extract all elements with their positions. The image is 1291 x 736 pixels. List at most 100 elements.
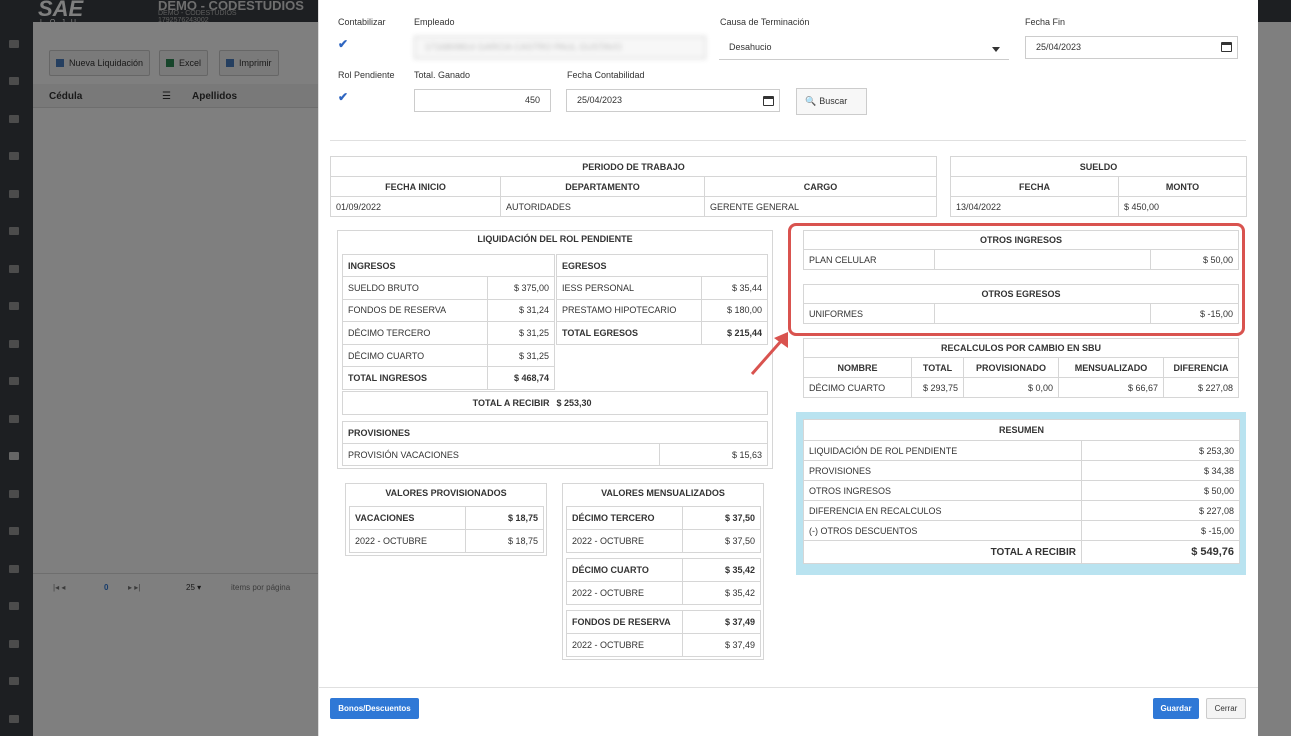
cargo-value: GERENTE GENERAL bbox=[703, 196, 938, 217]
provisiones-table: PROVISIONES PROVISIÓN VACACIONES $ 15,63 bbox=[341, 421, 769, 466]
mensualizado-value: $ 37,50 bbox=[682, 529, 761, 553]
recalculo-diferencia: $ 227,08 bbox=[1163, 377, 1239, 398]
egresos-table: EGRESOS IESS PERSONAL $ 35,44 PRESTAMO HI… bbox=[555, 254, 769, 345]
fecha-inicio-value: 01/09/2022 bbox=[330, 196, 501, 217]
mensualizado-period: 2022 - OCTUBRE bbox=[566, 581, 683, 605]
col-cargo: CARGO bbox=[703, 176, 938, 197]
resumen-row-name: LIQUIDACIÓN DE ROL PENDIENTE bbox=[803, 440, 1082, 461]
col-fecha-inicio: FECHA INICIO bbox=[330, 176, 501, 197]
resumen-row-value: $ 34,38 bbox=[1080, 460, 1241, 481]
rol-pendiente-label: Rol Pendiente bbox=[338, 70, 395, 80]
ingresos-header: INGRESOS bbox=[341, 254, 556, 277]
provisiones-header: PROVISIONES bbox=[341, 421, 769, 444]
mensualizado-total: $ 35,42 bbox=[682, 558, 761, 582]
ingresos-table: INGRESOS SUELDO BRUTO $ 375,00 FONDOS DE … bbox=[341, 254, 556, 390]
rol-pendiente-checkbox[interactable]: ✔ bbox=[338, 90, 348, 104]
calendar-icon[interactable] bbox=[763, 96, 774, 106]
fecha-contabilidad-value: 25/04/2023 bbox=[577, 95, 623, 105]
liquidacion-title: LIQUIDACIÓN DEL ROL PENDIENTE bbox=[477, 234, 633, 244]
total-ganado-input[interactable]: 450 bbox=[414, 89, 551, 112]
calendar-icon[interactable] bbox=[1221, 42, 1232, 52]
decimo-cuarto-table: DÉCIMO CUARTO $ 35,42 2022 - OCTUBRE $ 35,… bbox=[566, 558, 761, 605]
mensualizado-period: 2022 - OCTUBRE bbox=[566, 633, 683, 657]
mensualizado-value: $ 37,49 bbox=[682, 633, 761, 657]
fecha-fin-input[interactable]: 25/04/2023 bbox=[1025, 36, 1238, 59]
mensualizado-period: 2022 - OCTUBRE bbox=[566, 529, 683, 553]
departamento-value: AUTORIDADES bbox=[500, 196, 705, 217]
sueldo-table: SUELDO FECHA MONTO 13/04/2022 $ 450,00 bbox=[949, 156, 1248, 217]
vacaciones-period: 2022 - OCTUBRE bbox=[349, 529, 466, 553]
col-diferencia: DIFERENCIA bbox=[1163, 357, 1239, 378]
ingreso-name: SUELDO BRUTO bbox=[342, 276, 488, 300]
col-mensualizado: MENSUALIZADO bbox=[1058, 357, 1164, 378]
bonos-descuentos-button[interactable]: Bonos/Descuentos bbox=[330, 698, 419, 719]
resumen-total-label: TOTAL A RECIBIR bbox=[803, 540, 1082, 564]
recalculo-provisionado: $ 0,00 bbox=[963, 377, 1059, 398]
chevron-down-icon bbox=[992, 47, 1000, 52]
contabilizar-label: Contabilizar bbox=[338, 17, 386, 27]
mensualizado-group: FONDOS DE RESERVA bbox=[566, 610, 683, 634]
col-nombre: NOMBRE bbox=[803, 357, 912, 378]
vacaciones-table: VACACIONES $ 18,75 2022 - OCTUBRE $ 18,75 bbox=[349, 506, 544, 553]
valores-provisionados-title: VALORES PROVISIONADOS bbox=[385, 488, 507, 498]
causa-terminacion-select[interactable]: Desahucio bbox=[719, 37, 1009, 60]
recalculos-title: RECALCULOS POR CAMBIO EN SBU bbox=[803, 338, 1239, 358]
provision-value: $ 15,63 bbox=[658, 443, 769, 466]
fecha-fin-value: 25/04/2023 bbox=[1036, 42, 1082, 52]
egresos-header: EGRESOS bbox=[555, 254, 769, 277]
periodo-trabajo-table: PERIODO DE TRABAJO FECHA INICIO DEPARTAME… bbox=[329, 156, 938, 217]
col-departamento: DEPARTAMENTO bbox=[500, 176, 705, 197]
vacaciones-value: $ 18,75 bbox=[465, 529, 544, 553]
contabilizar-checkbox[interactable]: ✔ bbox=[338, 37, 348, 51]
empleado-label: Empleado bbox=[414, 17, 455, 27]
resumen-row-value: $ 227,08 bbox=[1080, 500, 1241, 521]
total-egresos-label: TOTAL EGRESOS bbox=[556, 321, 702, 345]
highlight-box bbox=[788, 223, 1245, 336]
ingreso-value: $ 31,24 bbox=[486, 298, 556, 323]
resumen-row-value: $ 253,30 bbox=[1080, 440, 1241, 461]
sueldo-title: SUELDO bbox=[949, 156, 1248, 177]
resumen-total-value: $ 549,76 bbox=[1080, 540, 1241, 564]
sueldo-monto-value: $ 450,00 bbox=[1117, 196, 1248, 217]
footer-divider bbox=[318, 687, 1258, 688]
vacaciones-total: $ 18,75 bbox=[465, 506, 544, 530]
ingreso-name: DÉCIMO CUARTO bbox=[342, 343, 488, 368]
col-monto: MONTO bbox=[1117, 176, 1248, 197]
empleado-value: 1716809814 GARCIA CASTRO PAUL GUSTAVO bbox=[425, 42, 622, 52]
cerrar-button[interactable]: Cerrar bbox=[1206, 698, 1246, 719]
buscar-button[interactable]: 🔍 Buscar bbox=[796, 88, 867, 115]
fecha-contabilidad-input[interactable]: 25/04/2023 bbox=[566, 89, 780, 112]
guardar-button[interactable]: Guardar bbox=[1153, 698, 1199, 719]
resumen-row-name: OTROS INGRESOS bbox=[803, 480, 1082, 501]
periodo-title: PERIODO DE TRABAJO bbox=[329, 156, 938, 177]
col-provisionado: PROVISIONADO bbox=[963, 357, 1059, 378]
arrow-shaft bbox=[750, 339, 784, 375]
ingreso-value: $ 31,25 bbox=[486, 343, 556, 368]
egreso-value: $ 180,00 bbox=[700, 298, 769, 323]
decimo-tercero-table: DÉCIMO TERCERO $ 37,50 2022 - OCTUBRE $ 37… bbox=[566, 506, 761, 553]
resumen-row-name: DIFERENCIA EN RECALCULOS bbox=[803, 500, 1082, 521]
vacaciones-label: VACACIONES bbox=[349, 506, 466, 530]
mensualizado-total: $ 37,50 bbox=[682, 506, 761, 530]
causa-value: Desahucio bbox=[729, 42, 772, 52]
egreso-name: PRESTAMO HIPOTECARIO bbox=[556, 298, 702, 323]
recalculos-table: RECALCULOS POR CAMBIO EN SBU NOMBRE TOTAL… bbox=[803, 338, 1239, 398]
ingreso-value: $ 31,25 bbox=[486, 321, 556, 345]
annotation-arrow bbox=[750, 332, 788, 375]
ingreso-value: $ 375,00 bbox=[486, 276, 556, 300]
mensualizado-total: $ 37,49 bbox=[682, 610, 761, 634]
col-total: TOTAL bbox=[911, 357, 964, 378]
empleado-input[interactable]: 1716809814 GARCIA CASTRO PAUL GUSTAVO bbox=[414, 36, 706, 59]
total-recibir-label: TOTAL A RECIBIR bbox=[342, 391, 555, 415]
resumen-title: RESUMEN bbox=[802, 419, 1241, 441]
mensualizado-value: $ 35,42 bbox=[682, 581, 761, 605]
egreso-value: $ 35,44 bbox=[700, 276, 769, 300]
ingreso-name: DÉCIMO TERCERO bbox=[342, 321, 488, 345]
total-ingresos-value: $ 468,74 bbox=[486, 366, 556, 390]
valores-mensualizados-title: VALORES MENSUALIZADOS bbox=[601, 488, 725, 498]
resumen-row-name: PROVISIONES bbox=[803, 460, 1082, 481]
buscar-label: Buscar bbox=[819, 96, 848, 106]
total-recibir-row: TOTAL A RECIBIR $ 253,30 bbox=[342, 391, 768, 415]
total-ganado-value: 450 bbox=[524, 95, 540, 105]
col-fecha: FECHA bbox=[950, 176, 1119, 197]
